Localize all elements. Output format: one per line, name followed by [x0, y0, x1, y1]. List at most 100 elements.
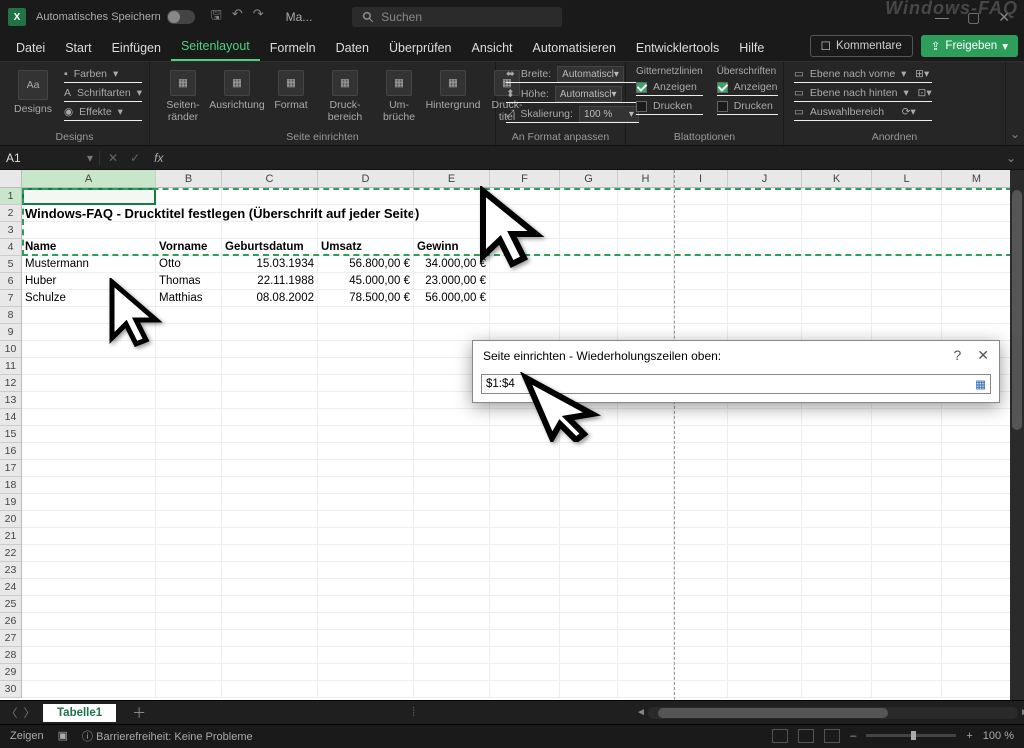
table-row[interactable]: MustermannOtto15.03.193456.800,00 €34.00… [22, 256, 1024, 273]
cell[interactable] [414, 562, 490, 578]
cell[interactable]: Name [22, 239, 156, 255]
cell[interactable] [942, 630, 1012, 646]
table-row[interactable] [22, 630, 1024, 647]
cell[interactable] [728, 647, 802, 663]
cell[interactable] [802, 426, 872, 442]
grid-print-check[interactable]: Drucken [636, 98, 703, 115]
cell[interactable] [942, 290, 1012, 306]
selection-pane-button[interactable]: ▭ Auswahlbereich ⟳▾ [794, 104, 932, 121]
col-header[interactable]: H [618, 170, 674, 187]
cell[interactable] [222, 443, 318, 459]
cell[interactable] [156, 443, 222, 459]
cell[interactable] [22, 222, 156, 238]
cell[interactable] [318, 358, 414, 374]
cell[interactable] [728, 290, 802, 306]
cell[interactable] [318, 613, 414, 629]
cell[interactable]: Schulze [22, 290, 156, 306]
zoom-level[interactable]: 100 % [983, 730, 1014, 742]
cell[interactable] [318, 596, 414, 612]
designs-button[interactable]: AaDesigns [10, 66, 56, 115]
enter-icon[interactable]: ✓ [126, 151, 144, 165]
cell[interactable] [872, 562, 942, 578]
head-show-check[interactable]: Anzeigen [717, 79, 778, 96]
menu-item-automatisieren[interactable]: Automatisieren [523, 35, 626, 61]
cell[interactable] [618, 256, 674, 272]
col-header[interactable]: F [490, 170, 560, 187]
cell[interactable] [728, 528, 802, 544]
cell[interactable] [156, 392, 222, 408]
menu-item-formeln[interactable]: Formeln [260, 35, 326, 61]
cell[interactable] [156, 358, 222, 374]
cell[interactable] [560, 426, 618, 442]
cell[interactable] [560, 324, 618, 340]
cell[interactable] [942, 579, 1012, 595]
row-header[interactable]: 1 [0, 188, 21, 205]
share-button[interactable]: ⇪ Freigeben ▾ [921, 35, 1018, 57]
cell[interactable] [490, 494, 560, 510]
cell[interactable] [318, 375, 414, 391]
cell[interactable] [22, 681, 156, 697]
cell[interactable]: 23.000,00 € [414, 273, 490, 289]
cell[interactable] [490, 545, 560, 561]
cell[interactable] [318, 205, 414, 221]
cell[interactable]: Mustermann [22, 256, 156, 272]
cell[interactable] [156, 681, 222, 697]
table-row[interactable]: SchulzeMatthias08.08.200278.500,00 €56.0… [22, 290, 1024, 307]
cell[interactable] [802, 307, 872, 323]
cell[interactable] [728, 562, 802, 578]
row-header[interactable]: 8 [0, 307, 21, 324]
cell[interactable] [560, 545, 618, 561]
cell[interactable] [802, 613, 872, 629]
cell[interactable] [318, 307, 414, 323]
cell[interactable] [318, 341, 414, 357]
cell[interactable] [618, 188, 674, 204]
cell[interactable] [618, 528, 674, 544]
cell[interactable] [414, 426, 490, 442]
cell[interactable] [560, 630, 618, 646]
cell[interactable]: Vorname [156, 239, 222, 255]
cell[interactable] [222, 545, 318, 561]
cell[interactable] [674, 239, 728, 255]
cell[interactable] [802, 579, 872, 595]
cell[interactable] [802, 664, 872, 680]
cell[interactable] [222, 477, 318, 493]
cell[interactable] [156, 426, 222, 442]
cell[interactable] [22, 545, 156, 561]
cell[interactable] [802, 222, 872, 238]
cell[interactable] [618, 290, 674, 306]
cell[interactable] [560, 205, 618, 221]
cell[interactable] [156, 477, 222, 493]
cell[interactable] [318, 443, 414, 459]
cell[interactable] [802, 290, 872, 306]
cell[interactable] [22, 341, 156, 357]
row-header[interactable]: 29 [0, 664, 21, 681]
cell[interactable] [490, 528, 560, 544]
cell[interactable] [618, 409, 674, 425]
cell[interactable] [674, 324, 728, 340]
cells-area[interactable]: Windows-FAQ - Drucktitel festlegen (Über… [22, 188, 1024, 698]
table-row[interactable] [22, 222, 1024, 239]
table-row[interactable]: HuberThomas22.11.198845.000,00 €23.000,0… [22, 273, 1024, 290]
cell[interactable] [22, 647, 156, 663]
cell[interactable] [490, 477, 560, 493]
cell[interactable] [942, 222, 1012, 238]
menu-item-daten[interactable]: Daten [326, 35, 379, 61]
cell[interactable] [222, 494, 318, 510]
cell[interactable] [728, 443, 802, 459]
save-icon[interactable]: 🖫 [211, 6, 222, 28]
cell[interactable] [222, 613, 318, 629]
cell[interactable] [490, 460, 560, 476]
page-layout-view-icon[interactable] [798, 729, 814, 743]
cell[interactable] [222, 630, 318, 646]
cell[interactable] [802, 205, 872, 221]
cell[interactable] [802, 256, 872, 272]
menu-item-seitenlayout[interactable]: Seitenlayout [171, 33, 260, 61]
search-box[interactable]: Suchen [352, 7, 562, 27]
cell[interactable] [22, 358, 156, 374]
cell[interactable] [872, 426, 942, 442]
menu-item-entwicklertools[interactable]: Entwicklertools [626, 35, 729, 61]
col-header[interactable]: E [414, 170, 490, 187]
row-header[interactable]: 27 [0, 630, 21, 647]
cell[interactable] [942, 613, 1012, 629]
menu-item-überprüfen[interactable]: Überprüfen [379, 35, 462, 61]
